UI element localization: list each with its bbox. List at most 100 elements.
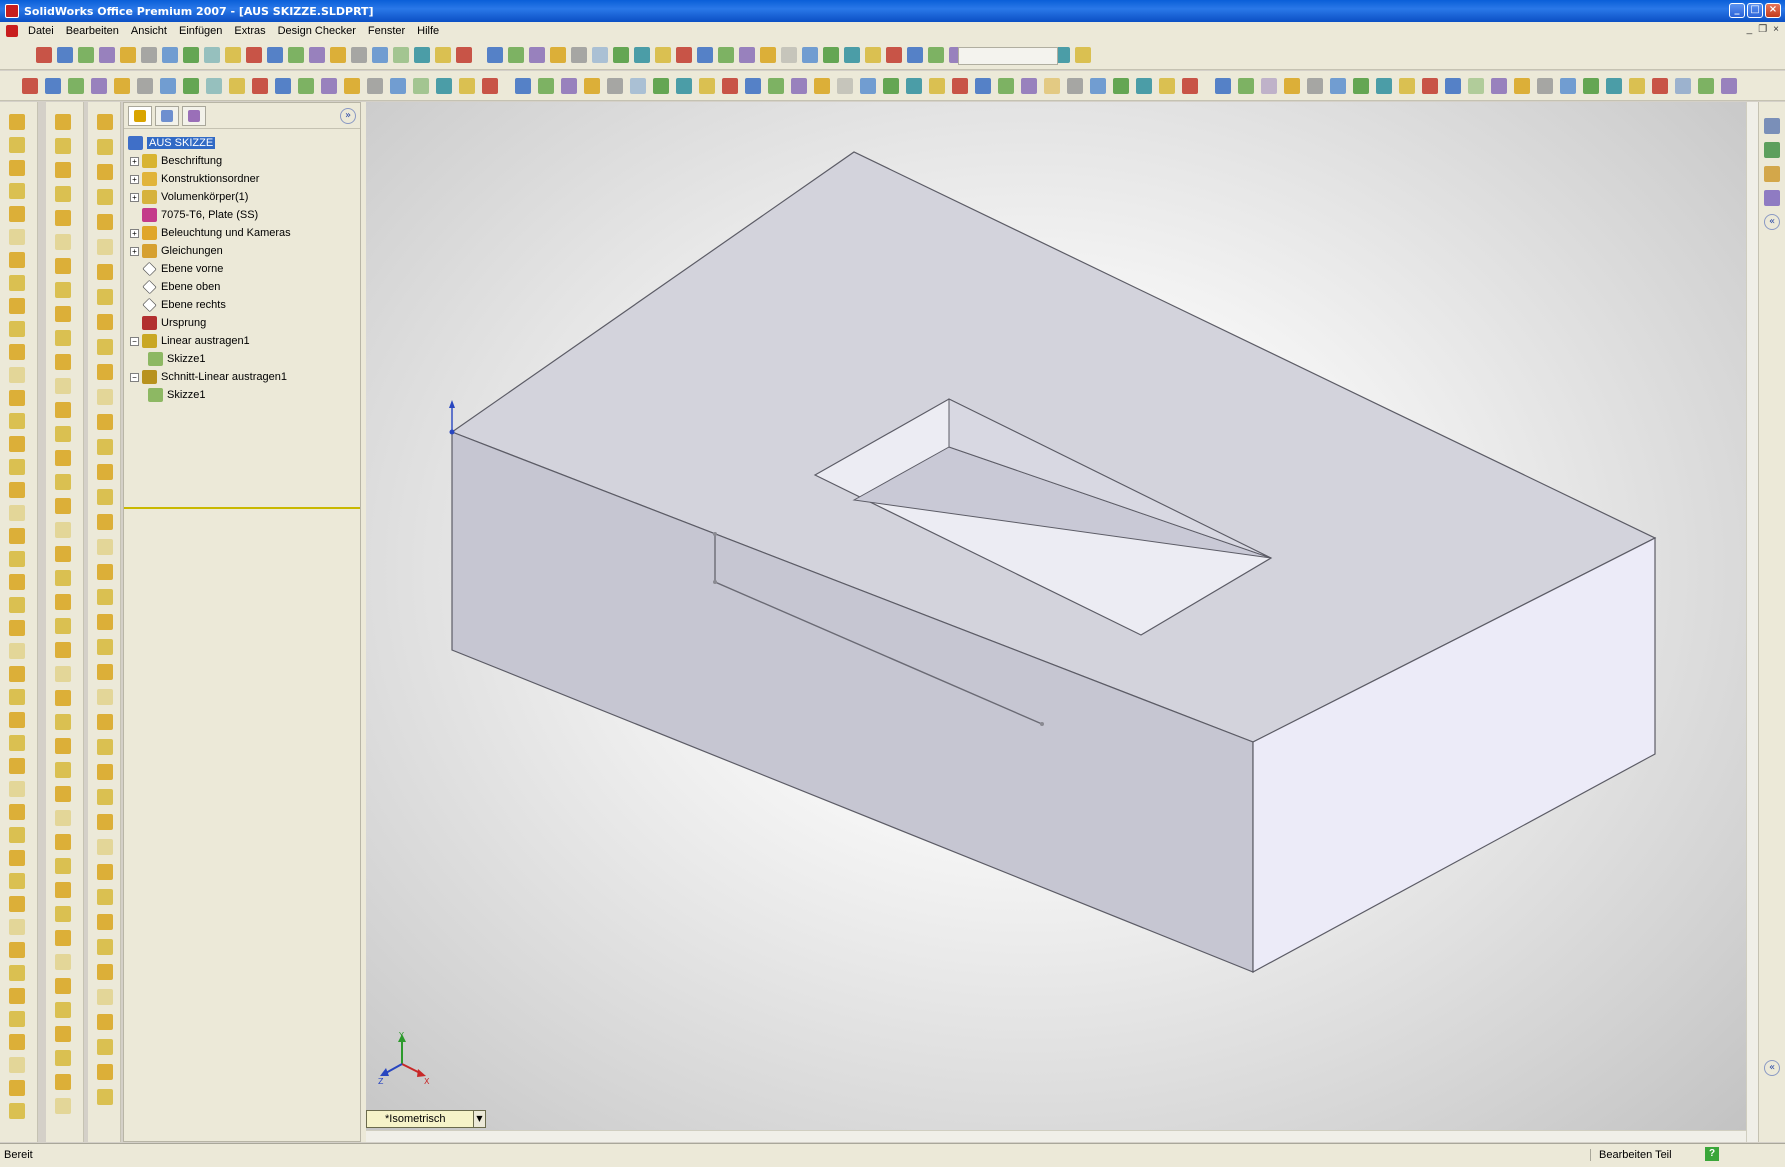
toolbar-button-icon[interactable] xyxy=(781,47,797,63)
command-button-icon[interactable] xyxy=(97,714,113,730)
feature-button-icon[interactable] xyxy=(745,78,761,94)
feature-button-icon[interactable] xyxy=(722,78,738,94)
toolbar-button-icon[interactable] xyxy=(718,47,734,63)
feature-button-icon[interactable] xyxy=(22,78,38,94)
feature-button-icon[interactable] xyxy=(45,78,61,94)
feature-button-icon[interactable] xyxy=(929,78,945,94)
command-button-icon[interactable] xyxy=(97,1014,113,1030)
command-button-icon[interactable] xyxy=(9,919,25,935)
toolbar-button-icon[interactable] xyxy=(141,47,157,63)
command-button-icon[interactable] xyxy=(9,298,25,314)
command-button-icon[interactable] xyxy=(9,459,25,475)
command-button-icon[interactable] xyxy=(9,390,25,406)
toolbar-button-icon[interactable] xyxy=(865,47,881,63)
feature-button-icon[interactable] xyxy=(390,78,406,94)
feature-button-icon[interactable] xyxy=(975,78,991,94)
command-button-icon[interactable] xyxy=(97,789,113,805)
toolbar-button-icon[interactable] xyxy=(529,47,545,63)
feature-button-icon[interactable] xyxy=(791,78,807,94)
command-button-icon[interactable] xyxy=(9,850,25,866)
command-button-icon[interactable] xyxy=(97,139,113,155)
toolbar-button-icon[interactable] xyxy=(886,47,902,63)
tree-item[interactable]: + Beleuchtung und Kameras xyxy=(124,224,362,242)
command-button-icon[interactable] xyxy=(97,439,113,455)
feature-button-icon[interactable] xyxy=(298,78,314,94)
feature-button-icon[interactable] xyxy=(1113,78,1129,94)
toolbar-button-icon[interactable] xyxy=(183,47,199,63)
feature-button-icon[interactable] xyxy=(252,78,268,94)
command-button-icon[interactable] xyxy=(55,498,71,514)
feature-button-icon[interactable] xyxy=(206,78,222,94)
feature-button-icon[interactable] xyxy=(837,78,853,94)
expand-icon[interactable]: + xyxy=(130,246,139,256)
configuration-manager-tab[interactable] xyxy=(182,105,206,126)
tree-item[interactable]: Ebene oben xyxy=(124,278,362,296)
command-button-icon[interactable] xyxy=(9,735,25,751)
command-button-icon[interactable] xyxy=(55,930,71,946)
command-button-icon[interactable] xyxy=(55,282,71,298)
command-button-icon[interactable] xyxy=(9,528,25,544)
command-button-icon[interactable] xyxy=(97,839,113,855)
command-button-icon[interactable] xyxy=(97,164,113,180)
collapse-task-pane-icon[interactable]: « xyxy=(1764,214,1780,230)
command-button-icon[interactable] xyxy=(55,258,71,274)
tree-item[interactable]: − Schnitt-Linear austragen1 xyxy=(124,368,362,386)
feature-button-icon[interactable] xyxy=(91,78,107,94)
property-manager-tab[interactable] xyxy=(155,105,179,126)
rollback-bar[interactable] xyxy=(124,507,360,509)
feature-button-icon[interactable] xyxy=(1284,78,1300,94)
command-button-icon[interactable] xyxy=(97,114,113,130)
tree-item[interactable]: AUS SKIZZE xyxy=(124,134,362,152)
feature-button-icon[interactable] xyxy=(630,78,646,94)
command-button-icon[interactable] xyxy=(9,896,25,912)
command-button-icon[interactable] xyxy=(9,160,25,176)
feature-button-icon[interactable] xyxy=(561,78,577,94)
command-button-icon[interactable] xyxy=(97,764,113,780)
command-button-icon[interactable] xyxy=(97,964,113,980)
feature-button-icon[interactable] xyxy=(160,78,176,94)
command-button-icon[interactable] xyxy=(55,642,71,658)
command-button-icon[interactable] xyxy=(97,189,113,205)
command-button-icon[interactable] xyxy=(55,954,71,970)
feature-button-icon[interactable] xyxy=(699,78,715,94)
menu-extras[interactable]: Extras xyxy=(228,25,271,37)
command-button-icon[interactable] xyxy=(55,594,71,610)
toolbar-button-icon[interactable] xyxy=(351,47,367,63)
command-button-icon[interactable] xyxy=(55,978,71,994)
chevron-down-icon[interactable]: ▼ xyxy=(473,1111,485,1127)
feature-button-icon[interactable] xyxy=(1583,78,1599,94)
feature-button-icon[interactable] xyxy=(1468,78,1484,94)
command-button-icon[interactable] xyxy=(55,690,71,706)
command-button-icon[interactable] xyxy=(55,138,71,154)
feature-button-icon[interactable] xyxy=(1422,78,1438,94)
tree-item[interactable]: Skizze1 xyxy=(124,386,362,404)
feature-button-icon[interactable] xyxy=(367,78,383,94)
feature-button-icon[interactable] xyxy=(436,78,452,94)
feature-button-icon[interactable] xyxy=(1136,78,1152,94)
feature-button-icon[interactable] xyxy=(413,78,429,94)
command-button-icon[interactable] xyxy=(55,378,71,394)
collapse-icon[interactable]: − xyxy=(130,336,139,346)
doc-minimize-button[interactable]: _ xyxy=(1747,24,1753,35)
feature-button-icon[interactable] xyxy=(653,78,669,94)
feature-button-icon[interactable] xyxy=(1399,78,1415,94)
feature-button-icon[interactable] xyxy=(998,78,1014,94)
command-button-icon[interactable] xyxy=(55,1050,71,1066)
toolbar-button-icon[interactable] xyxy=(928,47,944,63)
feature-button-icon[interactable] xyxy=(68,78,84,94)
command-button-icon[interactable] xyxy=(9,413,25,429)
minimize-button[interactable]: _ xyxy=(1729,3,1745,18)
toolbar-button-icon[interactable] xyxy=(246,47,262,63)
doc-close-button[interactable]: × xyxy=(1773,24,1779,35)
command-button-icon[interactable] xyxy=(9,1057,25,1073)
vertical-scrollbar[interactable] xyxy=(1746,102,1758,1142)
command-button-icon[interactable] xyxy=(97,939,113,955)
command-button-icon[interactable] xyxy=(97,389,113,405)
command-button-icon[interactable] xyxy=(55,186,71,202)
toolbar-button-icon[interactable] xyxy=(823,47,839,63)
graphics-area[interactable]: Y X Z *Isometrisch ▼ xyxy=(366,102,1746,1142)
feature-button-icon[interactable] xyxy=(1353,78,1369,94)
maximize-button[interactable]: □ xyxy=(1747,3,1763,18)
feature-button-icon[interactable] xyxy=(344,78,360,94)
command-button-icon[interactable] xyxy=(9,942,25,958)
